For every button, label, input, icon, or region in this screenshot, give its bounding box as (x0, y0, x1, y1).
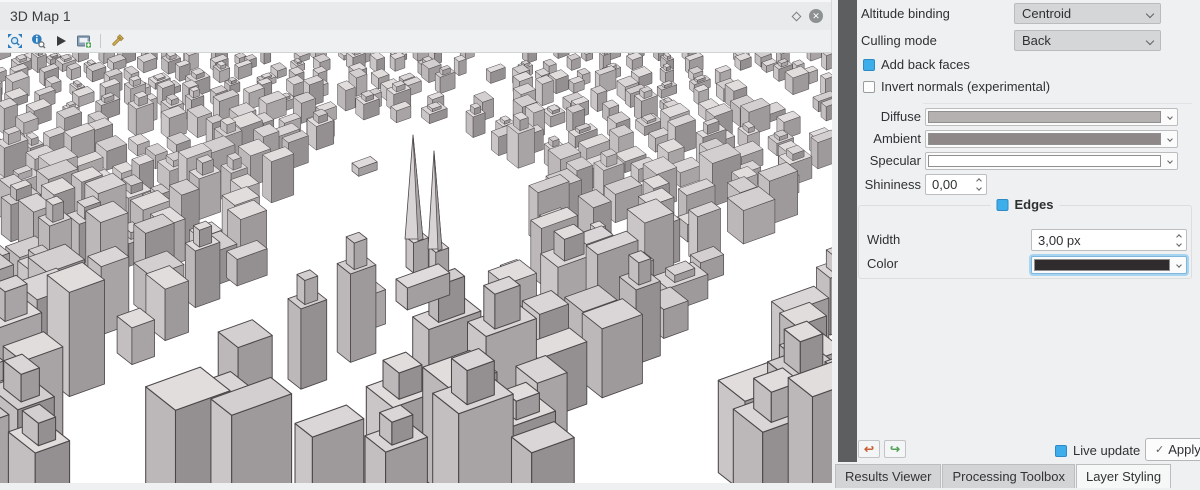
zoom-full-icon[interactable] (5, 31, 25, 51)
section-separator (923, 103, 1192, 104)
chevron-down-icon (1167, 158, 1173, 164)
tab-layer-styling[interactable]: Layer Styling (1076, 464, 1171, 488)
3d-map-viewport[interactable] (0, 52, 832, 483)
configure-wrench-icon[interactable] (107, 31, 127, 51)
city-canvas (0, 53, 832, 483)
checkbox-icon[interactable] (1055, 445, 1067, 457)
edges-color-label: Color (867, 255, 898, 273)
chevron-down-icon (1176, 262, 1182, 268)
edges-width-spinbox[interactable]: 3,00 px (1031, 229, 1187, 251)
altitude-binding-value: Centroid (1022, 6, 1071, 21)
edges-group-title[interactable]: Edges (990, 197, 1059, 212)
save-as-image-icon[interactable] (74, 31, 94, 51)
ambient-color-swatch (928, 133, 1161, 145)
altitude-binding-label: Altitude binding (861, 5, 950, 23)
altitude-binding-select[interactable]: Centroid (1014, 3, 1161, 24)
bottom-dock-tabs: Results Viewer Processing Toolbox Layer … (835, 464, 1171, 488)
culling-mode-value: Back (1022, 33, 1051, 48)
3d-map-panel: 3D Map 1 ✕ (0, 0, 832, 483)
identify-icon[interactable] (28, 31, 48, 51)
ambient-label: Ambient (857, 130, 921, 148)
shininess-value: 0,00 (932, 177, 957, 192)
qgis-window: 3D Map 1 ✕ (0, 0, 1200, 490)
animations-icon[interactable] (51, 31, 71, 51)
close-panel-icon[interactable]: ✕ (809, 9, 823, 23)
edges-color-swatch (1034, 259, 1170, 271)
layer-styling-panel: Altitude binding Centroid Culling mode B… (857, 0, 1200, 462)
toolbar-separator (100, 34, 101, 48)
spinner-arrows-icon[interactable] (1177, 230, 1181, 250)
undo-button[interactable]: ↩ (858, 440, 880, 458)
invert-normals-checkbox[interactable]: Invert normals (experimental) (863, 79, 1050, 94)
apply-button[interactable]: ✓ Apply (1145, 438, 1200, 461)
edges-width-label: Width (867, 231, 900, 249)
checkbox-icon[interactable] (863, 81, 875, 93)
chevron-down-icon (1167, 114, 1173, 120)
redo-button[interactable]: ↪ (884, 440, 906, 458)
edges-title-label: Edges (1014, 197, 1053, 212)
shininess-spinbox[interactable]: 0,00 (925, 174, 987, 195)
3d-map-titlebar: 3D Map 1 ✕ (0, 0, 831, 30)
diffuse-color-button[interactable] (925, 108, 1178, 126)
specular-color-button[interactable] (925, 152, 1178, 170)
add-back-faces-label: Add back faces (881, 57, 970, 72)
float-panel-icon[interactable] (792, 11, 802, 21)
live-update-checkbox[interactable]: Live update (1055, 443, 1140, 458)
panel-splitter[interactable] (838, 0, 857, 462)
chevron-down-icon (1146, 10, 1154, 18)
tab-processing-toolbox[interactable]: Processing Toolbox (942, 464, 1075, 488)
specular-color-swatch (928, 155, 1161, 167)
3d-map-toolbar (0, 30, 831, 52)
diffuse-color-swatch (928, 111, 1161, 123)
tab-results-viewer[interactable]: Results Viewer (835, 464, 941, 488)
chevron-down-icon (1146, 37, 1154, 45)
live-update-label: Live update (1073, 443, 1140, 458)
apply-label: Apply (1168, 442, 1200, 457)
3d-map-title: 3D Map 1 (10, 8, 71, 24)
edges-color-button[interactable] (1031, 256, 1187, 274)
culling-mode-select[interactable]: Back (1014, 30, 1161, 51)
spinner-arrows-icon[interactable] (977, 175, 981, 194)
shininess-label: Shininess (857, 176, 921, 194)
checkbox-icon[interactable] (863, 59, 875, 71)
ambient-color-button[interactable] (925, 130, 1178, 148)
specular-label: Specular (857, 152, 921, 170)
edges-groupbox: Edges Width 3,00 px Color (858, 205, 1192, 279)
diffuse-label: Diffuse (857, 108, 921, 126)
culling-mode-label: Culling mode (861, 32, 937, 50)
edges-checkbox-icon[interactable] (996, 199, 1008, 211)
check-icon: ✓ (1155, 443, 1164, 456)
edges-width-value: 3,00 px (1038, 233, 1081, 248)
chevron-down-icon (1167, 136, 1173, 142)
invert-normals-label: Invert normals (experimental) (881, 79, 1050, 94)
add-back-faces-checkbox[interactable]: Add back faces (863, 57, 970, 72)
